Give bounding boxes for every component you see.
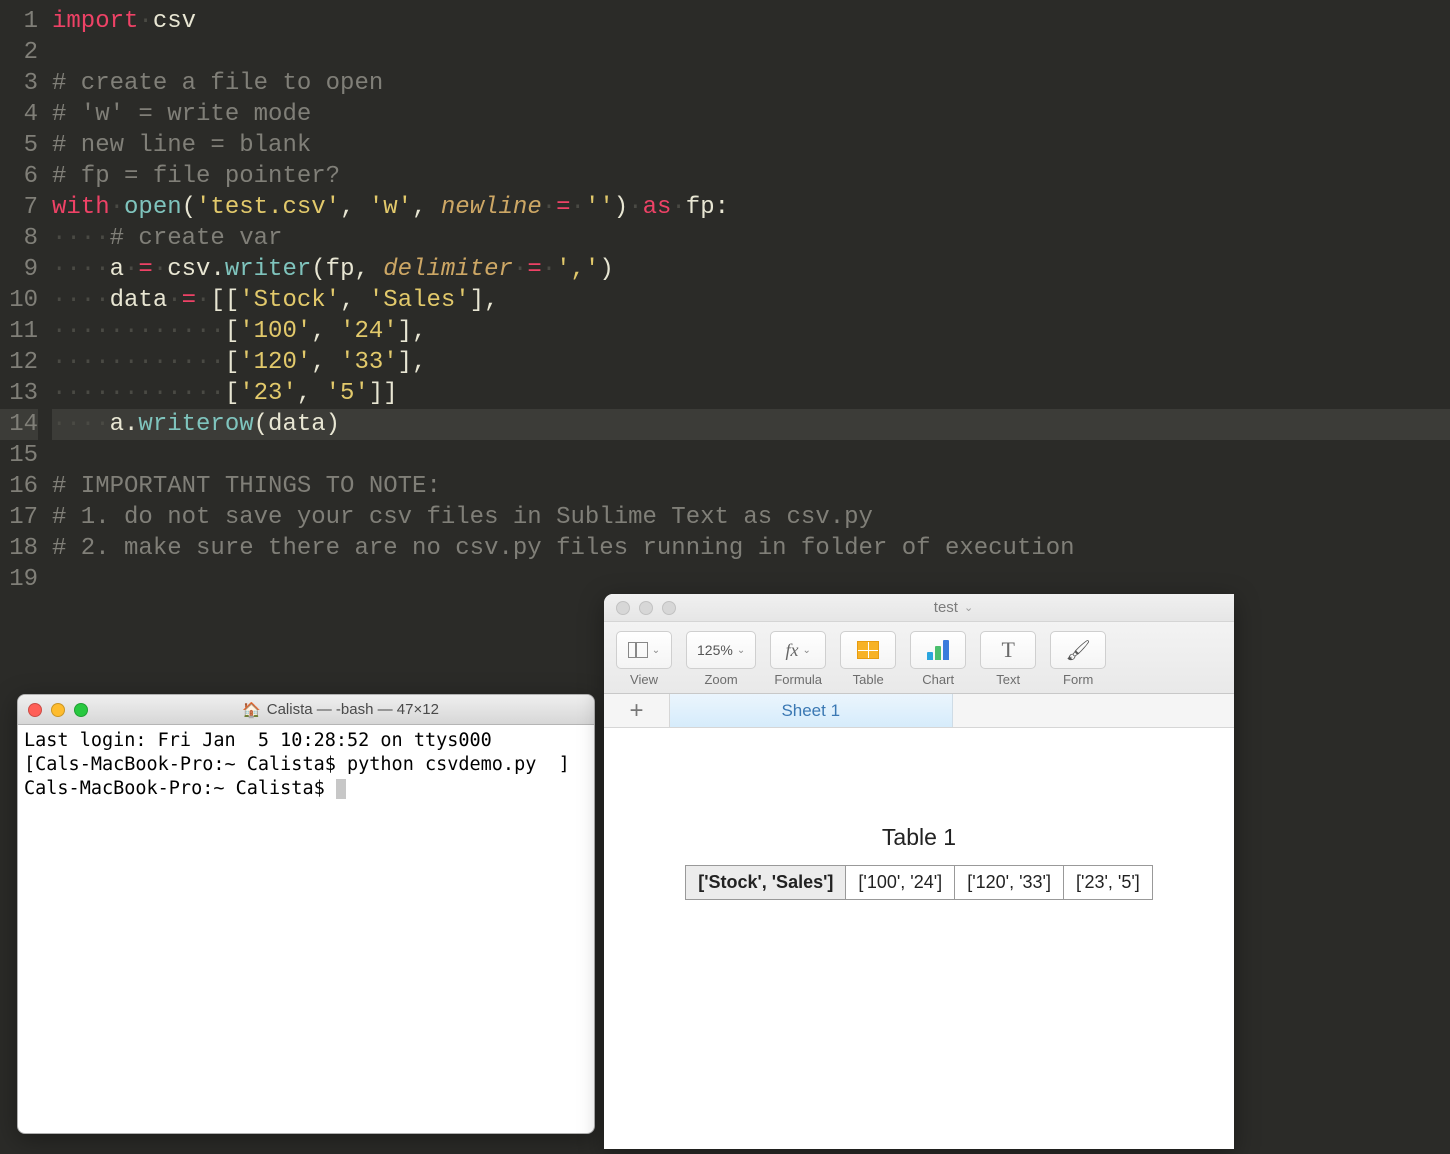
numbers-titlebar[interactable]: test ⌄ bbox=[604, 594, 1234, 622]
maximize-icon[interactable] bbox=[662, 601, 676, 615]
code-line[interactable]: # 'w' = write mode bbox=[52, 99, 1450, 130]
fx-icon: fx bbox=[786, 640, 799, 661]
numbers-window[interactable]: test ⌄ ⌄ View 125% ⌄ Zoom fx ⌄ Formula Tab… bbox=[604, 594, 1234, 1149]
brush-icon: 🖌 bbox=[1066, 638, 1091, 663]
table-icon bbox=[857, 641, 879, 659]
toolbar-zoom-label: Zoom bbox=[704, 672, 737, 687]
line-number-gutter: 1 2 3 4 5 6 7 8 9 10 11 12 13 14 15 16 1… bbox=[0, 6, 52, 595]
chevron-down-icon: ⌄ bbox=[964, 601, 973, 614]
terminal-title-text: Calista — -bash — 47×12 bbox=[267, 701, 439, 718]
code-line[interactable]: import·csv bbox=[52, 6, 1450, 37]
terminal-line: [Cals-MacBook-Pro:~ Calista$ python csvd… bbox=[24, 753, 588, 777]
spreadsheet-canvas[interactable]: Table 1 ['Stock', 'Sales'] ['100', '24']… bbox=[604, 728, 1234, 1149]
toolbar-formula[interactable]: fx ⌄ Formula bbox=[770, 631, 826, 687]
toolbar-view-label: View bbox=[630, 672, 658, 687]
code-line[interactable]: ············['23', '5']] bbox=[52, 378, 1450, 409]
code-line[interactable]: # fp = file pointer? bbox=[52, 161, 1450, 192]
code-line[interactable] bbox=[52, 37, 1450, 68]
doc-title-text: test bbox=[934, 599, 958, 616]
code-line[interactable]: ············['100', '24'], bbox=[52, 316, 1450, 347]
cursor bbox=[336, 779, 346, 799]
code-line[interactable] bbox=[52, 440, 1450, 471]
terminal-titlebar[interactable]: 🏠 Calista — -bash — 47×12 bbox=[18, 695, 594, 725]
table-title[interactable]: Table 1 bbox=[882, 824, 956, 851]
chevron-down-icon: ⌄ bbox=[737, 645, 745, 656]
sheet-tabs: + Sheet 1 bbox=[604, 694, 1234, 728]
view-icon bbox=[628, 642, 648, 658]
toolbar-zoom[interactable]: 125% ⌄ Zoom bbox=[686, 631, 756, 687]
code-area[interactable]: import·csv # create a file to open# 'w' =… bbox=[52, 6, 1450, 595]
home-icon: 🏠 bbox=[242, 701, 261, 719]
toolbar-text[interactable]: T Text bbox=[980, 631, 1036, 687]
close-icon[interactable] bbox=[28, 703, 42, 717]
table-cell[interactable]: ['100', '24'] bbox=[846, 866, 955, 900]
terminal-window[interactable]: 🏠 Calista — -bash — 47×12 Last login: Fr… bbox=[17, 694, 595, 1134]
code-editor[interactable]: 1 2 3 4 5 6 7 8 9 10 11 12 13 14 15 16 1… bbox=[0, 0, 1450, 595]
terminal-body[interactable]: Last login: Fri Jan 5 10:28:52 on ttys00… bbox=[18, 725, 594, 1133]
text-icon: T bbox=[1001, 637, 1014, 663]
code-line[interactable]: ····# create var bbox=[52, 223, 1450, 254]
table-cell[interactable]: ['Stock', 'Sales'] bbox=[686, 866, 846, 900]
code-line[interactable]: # create a file to open bbox=[52, 68, 1450, 99]
terminal-line: Cals-MacBook-Pro:~ Calista$ bbox=[24, 777, 588, 801]
toolbar-formula-label: Formula bbox=[774, 672, 822, 687]
chevron-down-icon: ⌄ bbox=[803, 645, 811, 656]
code-line[interactable]: # 1. do not save your csv files in Subli… bbox=[52, 502, 1450, 533]
chart-icon bbox=[927, 640, 949, 660]
minimize-icon[interactable] bbox=[51, 703, 65, 717]
table-cell[interactable]: ['120', '33'] bbox=[955, 866, 1064, 900]
code-line[interactable]: # IMPORTANT THINGS TO NOTE: bbox=[52, 471, 1450, 502]
terminal-line: Last login: Fri Jan 5 10:28:52 on ttys00… bbox=[24, 729, 588, 753]
code-line[interactable]: with·open('test.csv', 'w', newline·=·'')… bbox=[52, 192, 1450, 223]
toolbar-format-label: Form bbox=[1063, 672, 1093, 687]
code-line[interactable]: ····a·=·csv.writer(fp, delimiter·=·',') bbox=[52, 254, 1450, 285]
code-line[interactable]: ····data·=·[['Stock', 'Sales'], bbox=[52, 285, 1450, 316]
table-row: ['Stock', 'Sales'] ['100', '24'] ['120',… bbox=[686, 866, 1153, 900]
terminal-title: 🏠 Calista — -bash — 47×12 bbox=[97, 701, 584, 719]
code-line[interactable]: # new line = blank bbox=[52, 130, 1450, 161]
data-table[interactable]: ['Stock', 'Sales'] ['100', '24'] ['120',… bbox=[685, 865, 1153, 900]
toolbar-table-label: Table bbox=[853, 672, 884, 687]
code-line[interactable]: # 2. make sure there are no csv.py files… bbox=[52, 533, 1450, 564]
toolbar-text-label: Text bbox=[996, 672, 1020, 687]
chevron-down-icon: ⌄ bbox=[652, 645, 660, 656]
close-icon[interactable] bbox=[616, 601, 630, 615]
toolbar-chart[interactable]: Chart bbox=[910, 631, 966, 687]
numbers-toolbar: ⌄ View 125% ⌄ Zoom fx ⌄ Formula Table Char… bbox=[604, 622, 1234, 694]
zoom-value: 125% bbox=[697, 642, 733, 658]
minimize-icon[interactable] bbox=[639, 601, 653, 615]
code-line[interactable]: ············['120', '33'], bbox=[52, 347, 1450, 378]
sheet-tab[interactable]: Sheet 1 bbox=[670, 694, 953, 727]
toolbar-chart-label: Chart bbox=[922, 672, 954, 687]
numbers-doc-title[interactable]: test ⌄ bbox=[685, 599, 1222, 616]
add-sheet-button[interactable]: + bbox=[604, 694, 670, 727]
toolbar-format[interactable]: 🖌 Form bbox=[1050, 631, 1106, 687]
maximize-icon[interactable] bbox=[74, 703, 88, 717]
toolbar-view[interactable]: ⌄ View bbox=[616, 631, 672, 687]
table-cell[interactable]: ['23', '5'] bbox=[1064, 866, 1153, 900]
code-line[interactable] bbox=[52, 564, 1450, 595]
toolbar-table[interactable]: Table bbox=[840, 631, 896, 687]
code-line[interactable]: ····a.writerow(data) bbox=[52, 409, 1450, 440]
sheet-tab-label: Sheet 1 bbox=[781, 701, 840, 721]
